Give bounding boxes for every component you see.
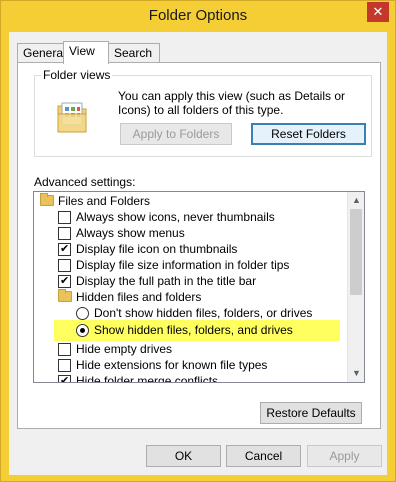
checkbox[interactable] <box>58 241 71 257</box>
tree-item-hidden-files[interactable]: Hidden files and folders <box>34 289 340 305</box>
option-hide-empty-drives[interactable]: Hide empty drives <box>34 341 340 357</box>
option-label: Hide extensions for known file types <box>76 358 268 372</box>
checkbox[interactable] <box>58 259 71 272</box>
checkbox[interactable] <box>58 211 71 224</box>
option-label: Hide folder merge conflicts <box>76 374 219 383</box>
tab-general[interactable]: General <box>17 43 66 63</box>
folder-views-label: Folder views <box>41 68 113 82</box>
advanced-settings-tree[interactable]: Files and Folders Always show icons, nev… <box>33 191 365 383</box>
apply-to-folders-button[interactable]: Apply to Folders <box>120 123 232 145</box>
advanced-settings-label: Advanced settings: <box>34 175 136 189</box>
vertical-scrollbar[interactable]: ▲ ▼ <box>347 192 364 382</box>
radio-button[interactable] <box>76 307 89 320</box>
close-button[interactable]: ✕ <box>367 2 389 22</box>
reset-folders-button[interactable]: Reset Folders <box>251 123 366 145</box>
folder-views-group: Folder views You can apply this view (su… <box>34 68 372 157</box>
restore-defaults-button[interactable]: Restore Defaults <box>260 402 362 424</box>
checkbox[interactable] <box>58 227 71 240</box>
title-bar[interactable]: Folder Options ✕ <box>1 1 395 32</box>
window-title: Folder Options <box>148 7 248 24</box>
tree-item-files-and-folders[interactable]: Files and Folders <box>34 193 340 209</box>
option-always-show-icons[interactable]: Always show icons, never thumbnails <box>34 209 340 225</box>
option-label: Hide empty drives <box>76 342 173 356</box>
checkbox[interactable] <box>58 273 71 289</box>
folder-icon <box>40 193 54 206</box>
tree-item-label: Files and Folders <box>58 194 151 208</box>
checkbox[interactable] <box>58 373 71 382</box>
cancel-button[interactable]: Cancel <box>226 445 301 467</box>
scroll-up-icon[interactable]: ▲ <box>348 192 364 209</box>
option-label: Display the full path in the title bar <box>76 274 257 288</box>
option-display-full-path[interactable]: Display the full path in the title bar <box>34 273 340 289</box>
option-hide-merge-conflicts[interactable]: Hide folder merge conflicts <box>34 373 340 383</box>
tab-view[interactable]: View <box>63 41 109 64</box>
option-label: Show hidden files, folders, and drives <box>94 323 293 337</box>
option-display-file-size[interactable]: Display file size information in folder … <box>34 257 340 273</box>
scroll-down-icon[interactable]: ▼ <box>348 365 364 382</box>
option-show-hidden[interactable]: Show hidden files, folders, and drives <box>54 320 340 341</box>
ok-button[interactable]: OK <box>146 445 221 467</box>
checkbox[interactable] <box>58 343 71 356</box>
folder-options-window: Folder Options ✕ General View Search Fol… <box>0 0 396 482</box>
option-label: Display file size information in folder … <box>76 258 290 272</box>
folder-views-description: You can apply this view (such as Details… <box>118 89 346 117</box>
scroll-thumb[interactable] <box>350 209 362 295</box>
folder-icon <box>58 289 72 302</box>
option-always-show-menus[interactable]: Always show menus <box>34 225 340 241</box>
tree-item-label: Hidden files and folders <box>76 290 202 304</box>
option-label: Always show menus <box>76 226 185 240</box>
close-icon: ✕ <box>372 4 384 19</box>
option-label: Don't show hidden files, folders, or dri… <box>94 306 313 320</box>
option-label: Always show icons, never thumbnails <box>76 210 275 224</box>
checkbox[interactable] <box>58 359 71 372</box>
tab-search[interactable]: Search <box>108 43 160 63</box>
option-label: Display file icon on thumbnails <box>76 242 238 256</box>
radio-button[interactable] <box>76 324 89 337</box>
option-hide-extensions[interactable]: Hide extensions for known file types <box>34 357 340 373</box>
apply-button[interactable]: Apply <box>307 445 382 467</box>
option-display-file-icon[interactable]: Display file icon on thumbnails <box>34 241 340 257</box>
folder-view-icon <box>57 102 87 133</box>
option-dont-show-hidden[interactable]: Don't show hidden files, folders, or dri… <box>34 305 340 321</box>
